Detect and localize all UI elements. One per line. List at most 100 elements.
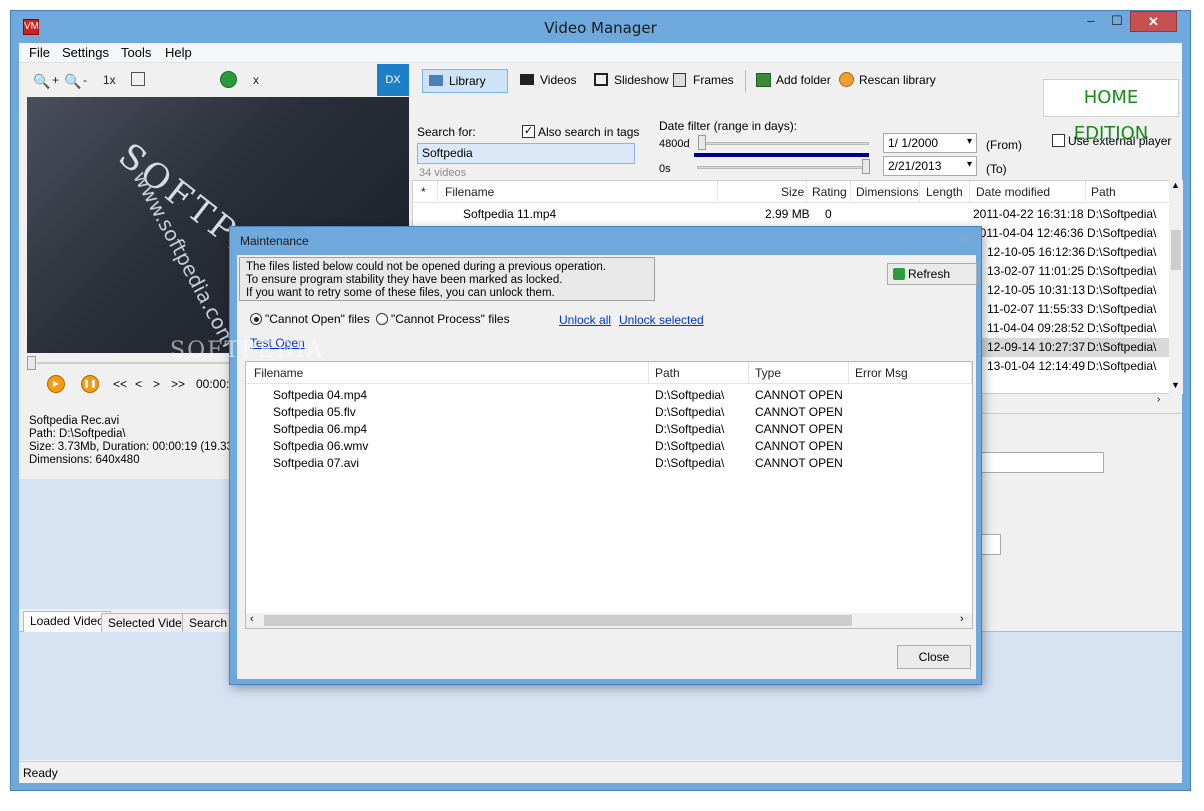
scroll-left-icon[interactable]: ‹ bbox=[250, 613, 254, 625]
zoom-out-icon[interactable]: 🔍 bbox=[64, 73, 81, 90]
scroll-thumb[interactable] bbox=[1171, 230, 1181, 270]
menu-file[interactable]: File bbox=[29, 45, 50, 60]
col-rating[interactable]: Rating bbox=[812, 185, 847, 199]
minimize-button[interactable]: ‒ bbox=[1078, 11, 1104, 32]
frames-label: Frames bbox=[693, 73, 734, 87]
snapshot-icon[interactable] bbox=[131, 72, 145, 86]
row-date: 2011-04-22 16:31:18 bbox=[973, 207, 1084, 221]
menu-tools[interactable]: Tools bbox=[121, 45, 151, 60]
add-folder-button[interactable]: Add folder bbox=[750, 69, 837, 93]
message-line: If you want to retry some of these files… bbox=[246, 287, 555, 299]
col-dimensions[interactable]: Dimensions bbox=[856, 185, 919, 199]
date-filter-label: Date filter (range in days): bbox=[659, 119, 798, 133]
dialog-hscroll[interactable]: ‹ › bbox=[246, 613, 972, 628]
title-bar[interactable]: VM Video Manager ‒ ☐ ✕ bbox=[11, 11, 1190, 43]
details-small-field[interactable] bbox=[981, 534, 1001, 555]
close-button[interactable]: ✕ bbox=[1130, 11, 1177, 32]
scroll-up-icon[interactable]: ▲ bbox=[1171, 180, 1180, 190]
details-field[interactable] bbox=[981, 452, 1104, 473]
rewind-button[interactable]: < bbox=[135, 377, 142, 391]
col-error-msg[interactable]: Error Msg bbox=[855, 366, 908, 380]
scroll-right-icon[interactable]: › bbox=[960, 613, 964, 625]
col-separator bbox=[648, 362, 649, 384]
col-date[interactable]: Date modified bbox=[976, 185, 1050, 199]
dx-button[interactable]: DX bbox=[377, 64, 409, 96]
scroll-thumb[interactable] bbox=[264, 615, 852, 626]
zoom-level[interactable]: 1x bbox=[103, 73, 116, 87]
library-vscroll[interactable]: ▲ ▼ bbox=[1169, 180, 1183, 394]
rescan-button[interactable]: Rescan library bbox=[833, 69, 942, 93]
row-date: 11-02-07 11:55:33 bbox=[987, 302, 1084, 316]
col-length[interactable]: Length bbox=[926, 185, 963, 199]
row-date: 11-04-04 09:28:52 bbox=[987, 321, 1085, 335]
date-filter-min: 0s bbox=[659, 163, 671, 175]
menu-settings[interactable]: Settings bbox=[62, 45, 109, 60]
dialog-close-icon[interactable]: ✕ bbox=[957, 231, 969, 248]
unlock-selected-link[interactable]: Unlock selected bbox=[619, 313, 704, 327]
maintenance-dialog: Maintenance ✕ The files listed below cou… bbox=[229, 226, 982, 685]
row-path: D:\Softpedia\ bbox=[1087, 359, 1157, 373]
forward-button[interactable]: > bbox=[153, 377, 160, 391]
col-path[interactable]: Path bbox=[1091, 185, 1116, 199]
list-header: * Filename Size Rating Dimensions Length… bbox=[413, 181, 1174, 203]
from-date-picker[interactable]: 1/ 1/2000 ▾ bbox=[883, 133, 977, 153]
library-hscroll[interactable]: › bbox=[977, 394, 1175, 408]
calendar-dropdown-icon[interactable]: ▾ bbox=[967, 136, 972, 147]
table-row[interactable]: Softpedia 06.mp4 D:\Softpedia\ CANNOT OP… bbox=[246, 421, 972, 438]
scroll-right-icon[interactable]: › bbox=[1157, 394, 1160, 405]
table-row[interactable]: Softpedia 07.avi D:\Softpedia\ CANNOT OP… bbox=[246, 455, 972, 472]
dialog-title: Maintenance bbox=[240, 234, 309, 248]
date-slider-bottom-thumb[interactable] bbox=[862, 159, 870, 174]
calendar-dropdown-icon[interactable]: ▾ bbox=[967, 159, 972, 170]
slideshow-button[interactable]: Slideshow bbox=[588, 69, 675, 93]
row-type: CANNOT OPEN bbox=[755, 388, 843, 402]
col-flag[interactable]: * bbox=[421, 185, 426, 199]
pause-round-icon[interactable]: ❚❚ bbox=[81, 375, 99, 393]
row-path: D:\Softpedia\ bbox=[1087, 264, 1157, 278]
frames-button[interactable]: Frames bbox=[667, 69, 740, 93]
scroll-down-icon[interactable]: ▼ bbox=[1171, 380, 1180, 390]
locked-files-list[interactable]: Filename Path Type Error Msg Softpedia 0… bbox=[245, 361, 973, 629]
play-round-icon[interactable]: ▶ bbox=[47, 375, 65, 393]
table-row[interactable]: Softpedia 11.mp4 2.99 MB 0 2011-04-22 16… bbox=[413, 205, 1174, 224]
search-input[interactable]: Softpedia bbox=[417, 143, 635, 164]
row-filename: Softpedia 06.wmv bbox=[273, 439, 369, 453]
rewind-fast-button[interactable]: << bbox=[113, 377, 127, 391]
date-slider-bottom-track bbox=[697, 166, 867, 169]
row-type: CANNOT OPEN bbox=[755, 405, 843, 419]
table-row[interactable]: Softpedia 06.wmv D:\Softpedia\ CANNOT OP… bbox=[246, 438, 972, 455]
play-icon[interactable] bbox=[220, 71, 237, 88]
maximize-button[interactable]: ☐ bbox=[1104, 11, 1130, 32]
table-row[interactable]: Softpedia 05.flv D:\Softpedia\ CANNOT OP… bbox=[246, 404, 972, 421]
zoom-in-icon[interactable]: 🔍 bbox=[33, 73, 50, 90]
dialog-close-button[interactable]: Close bbox=[897, 645, 971, 669]
col-type[interactable]: Type bbox=[755, 366, 781, 380]
row-filename: Softpedia 06.mp4 bbox=[273, 422, 368, 436]
seek-thumb[interactable] bbox=[27, 356, 36, 370]
to-date-picker[interactable]: 2/21/2013 ▾ bbox=[883, 156, 977, 176]
also-search-tags-checkbox[interactable]: ✓ bbox=[522, 125, 535, 138]
row-type: CANNOT OPEN bbox=[755, 422, 843, 436]
external-player-checkbox[interactable] bbox=[1052, 134, 1065, 147]
refresh-label: Refresh bbox=[908, 267, 951, 281]
library-button[interactable]: Library bbox=[422, 69, 508, 93]
rescan-icon bbox=[839, 72, 854, 87]
col-size[interactable]: Size bbox=[781, 185, 804, 199]
cannot-open-radio[interactable] bbox=[250, 313, 262, 325]
row-date: 13-01-04 12:14:49 bbox=[987, 359, 1086, 373]
also-search-tags-label: Also search in tags bbox=[538, 125, 640, 139]
unlock-all-link[interactable]: Unlock all bbox=[559, 313, 611, 327]
forward-fast-button[interactable]: >> bbox=[171, 377, 185, 391]
col-filename[interactable]: Filename bbox=[254, 366, 303, 380]
date-slider-top-thumb[interactable] bbox=[698, 135, 706, 150]
slideshow-icon bbox=[594, 73, 608, 86]
row-filename: Softpedia 05.flv bbox=[273, 405, 356, 419]
cannot-process-radio[interactable] bbox=[376, 313, 388, 325]
col-filename[interactable]: Filename bbox=[445, 185, 494, 199]
menu-help[interactable]: Help bbox=[165, 45, 192, 60]
videos-button[interactable]: Videos bbox=[514, 69, 582, 93]
refresh-button[interactable]: Refresh bbox=[887, 263, 977, 285]
col-path[interactable]: Path bbox=[655, 366, 680, 380]
table-row[interactable]: Softpedia 04.mp4 D:\Softpedia\ CANNOT OP… bbox=[246, 387, 972, 404]
tab-loaded-video[interactable]: Loaded Video bbox=[23, 611, 111, 633]
